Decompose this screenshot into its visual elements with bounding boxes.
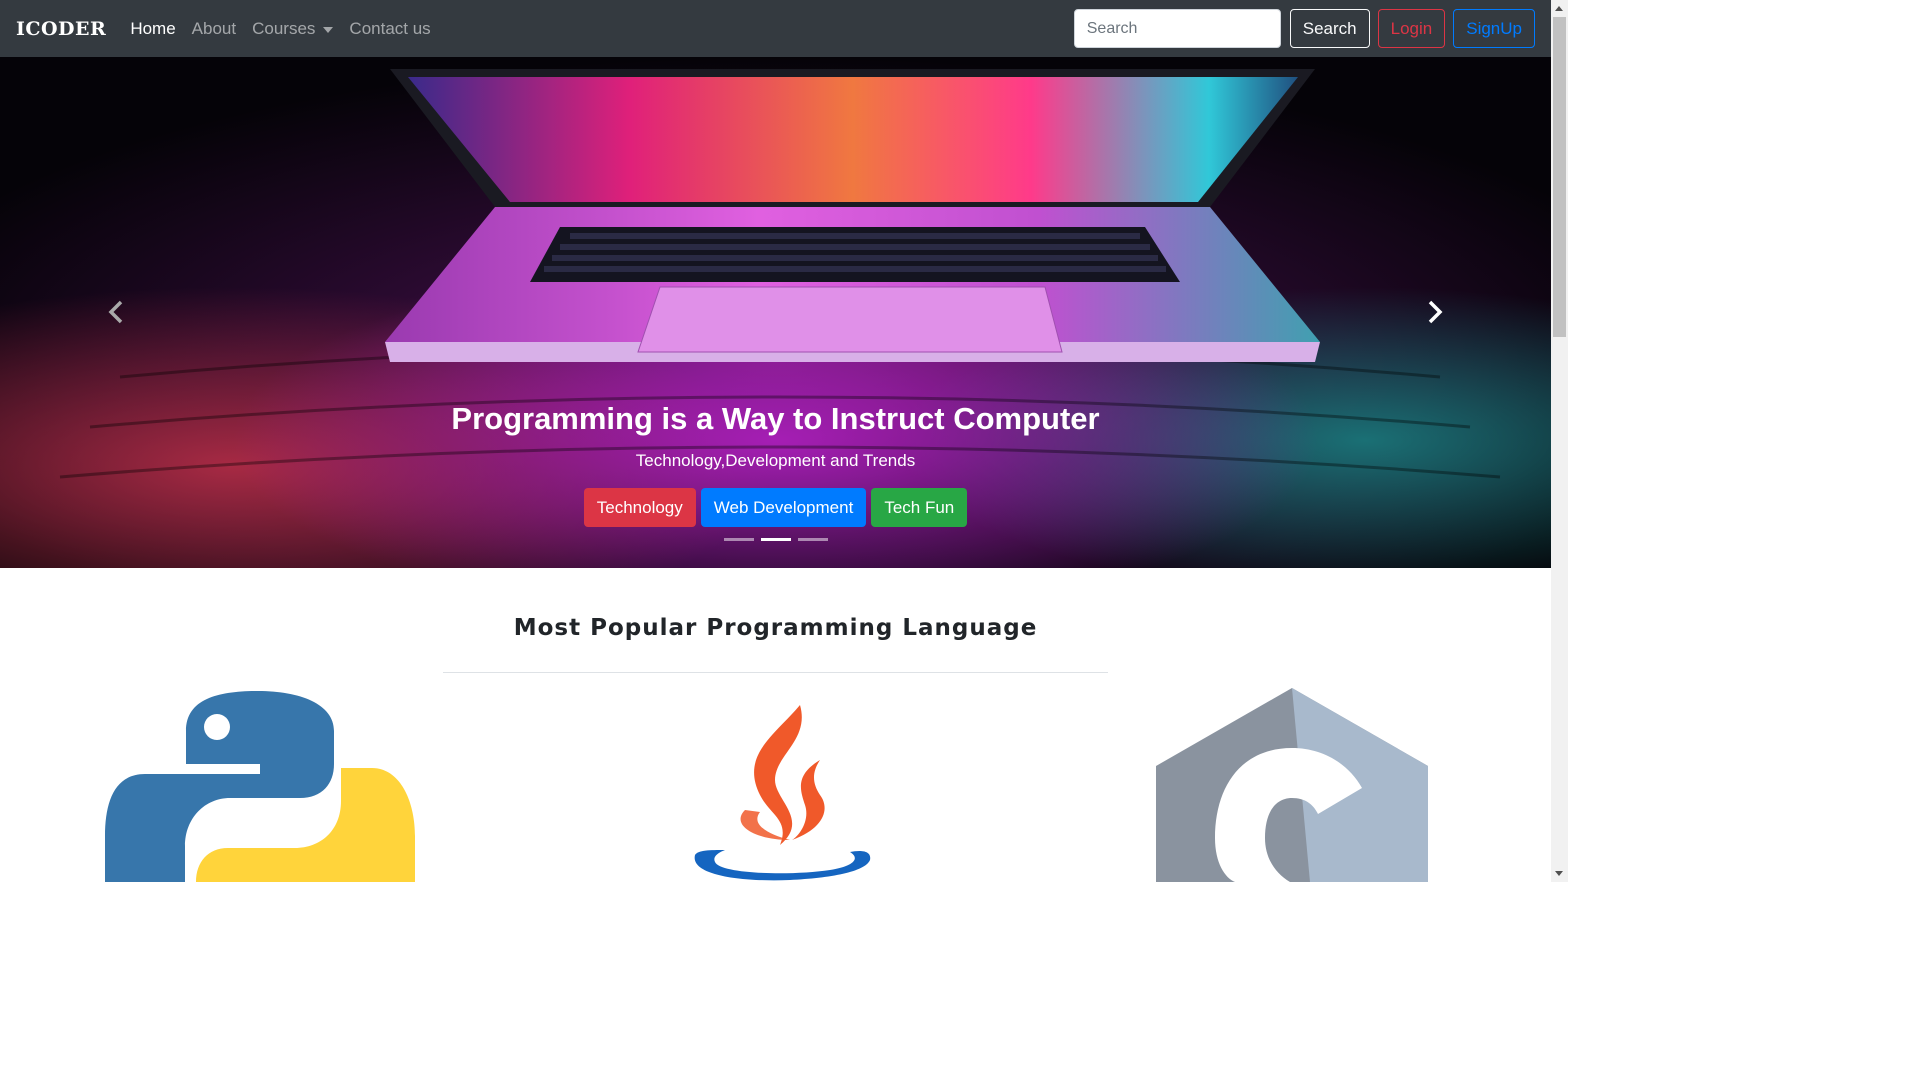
- page-scrollbar[interactable]: [1551, 0, 1568, 882]
- carousel-buttons: Technology Web Development Tech Fun: [0, 488, 1551, 527]
- nav-search-form: Search Login SignUp: [1073, 9, 1535, 48]
- scroll-up-icon[interactable]: [1555, 6, 1563, 11]
- section-title: Most Popular Programming Language: [513, 615, 1038, 641]
- c-logo-icon: [1156, 688, 1428, 882]
- search-button[interactable]: Search: [1289, 9, 1370, 48]
- nav-link-about[interactable]: About: [192, 19, 236, 39]
- carousel-indicator-3[interactable]: [797, 538, 828, 541]
- section-divider: [443, 672, 1108, 673]
- java-logo-icon: [694, 705, 871, 881]
- search-input[interactable]: [1073, 9, 1281, 48]
- hero-carousel: Programming is a Way to Instruct Compute…: [0, 57, 1551, 568]
- scrollbar-thumb[interactable]: [1553, 17, 1566, 337]
- carousel-prev-icon[interactable]: [102, 297, 132, 327]
- login-button[interactable]: Login: [1377, 9, 1446, 48]
- navbar: ICODER Home About Courses Contact us Sea…: [0, 0, 1551, 57]
- carousel-indicator-2[interactable]: [760, 538, 791, 541]
- carousel-indicator-1[interactable]: [723, 538, 754, 541]
- signup-button[interactable]: SignUp: [1453, 9, 1535, 48]
- nav-link-courses[interactable]: Courses: [252, 18, 334, 39]
- technology-button[interactable]: Technology: [583, 488, 696, 527]
- carousel-indicators: [0, 538, 1551, 541]
- web-development-button[interactable]: Web Development: [700, 488, 867, 527]
- carousel-next-icon[interactable]: [1419, 297, 1449, 327]
- tech-fun-button[interactable]: Tech Fun: [871, 488, 968, 527]
- carousel-caption-title: Programming is a Way to Instruct Compute…: [451, 401, 1100, 436]
- python-logo-icon: [105, 691, 415, 882]
- nav-link-home[interactable]: Home: [130, 19, 175, 39]
- carousel-caption-subtitle: Technology,Development and Trends: [635, 451, 916, 470]
- brand-logo[interactable]: ICODER: [16, 18, 106, 40]
- nav-link-contact[interactable]: Contact us: [349, 19, 430, 39]
- nav-link-courses-label: Courses: [252, 18, 316, 38]
- scroll-down-icon[interactable]: [1555, 871, 1563, 876]
- chevron-down-icon: [323, 26, 334, 33]
